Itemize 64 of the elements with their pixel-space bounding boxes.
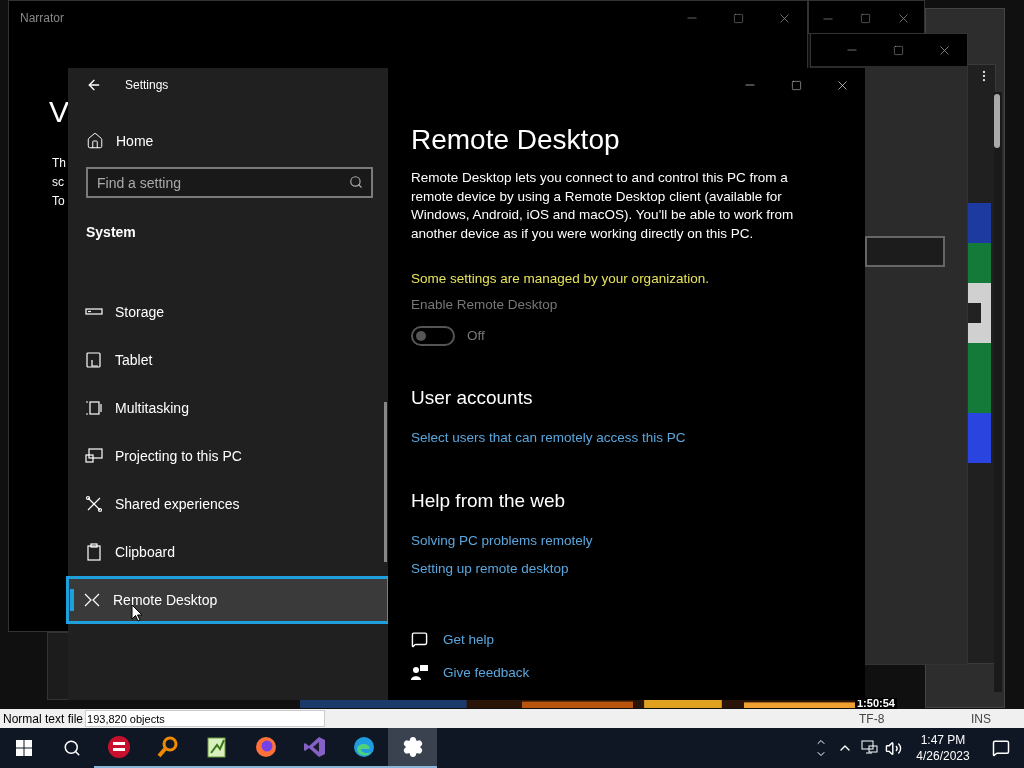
nav-item[interactable]: Clipboard xyxy=(66,528,378,576)
home-item[interactable]: Home xyxy=(86,130,388,152)
nav-item[interactable]: Storage xyxy=(66,288,378,336)
shared-icon xyxy=(85,495,103,513)
multitasking-icon xyxy=(85,399,103,417)
visual-studio-icon[interactable] xyxy=(302,735,327,759)
firefox-icon[interactable] xyxy=(253,735,278,759)
object-count: 193,820 objects xyxy=(85,710,326,727)
clipboard-icon xyxy=(85,543,103,561)
page-title: Remote Desktop xyxy=(411,123,621,157)
back-icon[interactable] xyxy=(86,77,102,93)
chat-icon xyxy=(411,631,428,649)
settings-icon[interactable] xyxy=(401,736,424,758)
file-type: Normal text file xyxy=(3,710,84,728)
clock[interactable]: 1:47 PM 4/26/2023 xyxy=(910,732,976,764)
search-field[interactable]: Find a setting xyxy=(86,167,373,198)
video-time: 1:50:54 xyxy=(855,698,897,709)
section-heading: System xyxy=(86,223,137,242)
heading: V xyxy=(49,94,69,130)
feedback-icon xyxy=(411,664,428,682)
users-link[interactable]: Select users that can remotely access this PC xyxy=(411,428,865,449)
help-link[interactable]: Solving PC problems remotely xyxy=(411,531,865,552)
app-icon[interactable] xyxy=(106,735,131,759)
encoding: TF-8 xyxy=(859,710,886,728)
notification-icon[interactable] xyxy=(992,739,1010,757)
network-icon[interactable] xyxy=(861,740,879,756)
window-title: Settings xyxy=(125,77,169,93)
nav-item[interactable]: Projecting to this PC xyxy=(66,432,378,480)
description: Remote Desktop lets you connect to and control this PC from a remote device by using a Remote Desktop client (available for Windows, Android, iOS and macOS). You'll be able to work from another device as if you were working directly on this PC. xyxy=(411,169,795,243)
remote-desktop-icon xyxy=(83,591,101,609)
policy-notice: Some settings are managed by your organization. xyxy=(411,270,710,288)
taskbar-app[interactable] xyxy=(388,728,437,768)
nav-item[interactable]: Shared experiences xyxy=(66,480,378,528)
search-icon xyxy=(349,175,363,189)
edge-icon[interactable] xyxy=(351,735,376,759)
home-icon xyxy=(86,132,104,150)
cursor-icon xyxy=(131,604,143,622)
text-line: Th xyxy=(52,155,66,172)
nav-item[interactable]: Multitasking xyxy=(66,384,378,432)
scrollbar[interactable] xyxy=(994,92,1002,692)
search-icon[interactable] xyxy=(63,739,81,757)
get-help-link[interactable]: Get help xyxy=(411,629,865,650)
nav-item[interactable]: Tablet xyxy=(66,336,378,384)
section-heading: Help from the web xyxy=(411,488,567,513)
input-field[interactable] xyxy=(865,236,945,267)
magnifier-icon[interactable] xyxy=(155,735,180,759)
volume-icon[interactable] xyxy=(885,739,902,757)
insert-mode: INS xyxy=(971,710,992,728)
nav-item[interactable]: Remote Desktop xyxy=(66,576,390,624)
feedback-link[interactable]: Give feedback xyxy=(411,662,865,683)
tablet-icon xyxy=(85,351,103,369)
toggle-label: Enable Remote Desktop xyxy=(411,296,559,315)
scrollbar[interactable] xyxy=(384,402,387,562)
notepad-icon[interactable] xyxy=(204,735,229,759)
text-line: To xyxy=(52,193,66,210)
scrollbar-thumb[interactable] xyxy=(994,94,1000,148)
projector-icon xyxy=(85,447,103,465)
section-heading: User accounts xyxy=(411,385,534,410)
window-title: Narrator xyxy=(20,10,64,26)
text-line: sc xyxy=(52,174,65,191)
help-link[interactable]: Setting up remote desktop xyxy=(411,559,865,580)
selection-indicator xyxy=(70,589,74,611)
windows-start-icon[interactable] xyxy=(16,740,32,756)
toggle-state: Off xyxy=(467,326,485,345)
